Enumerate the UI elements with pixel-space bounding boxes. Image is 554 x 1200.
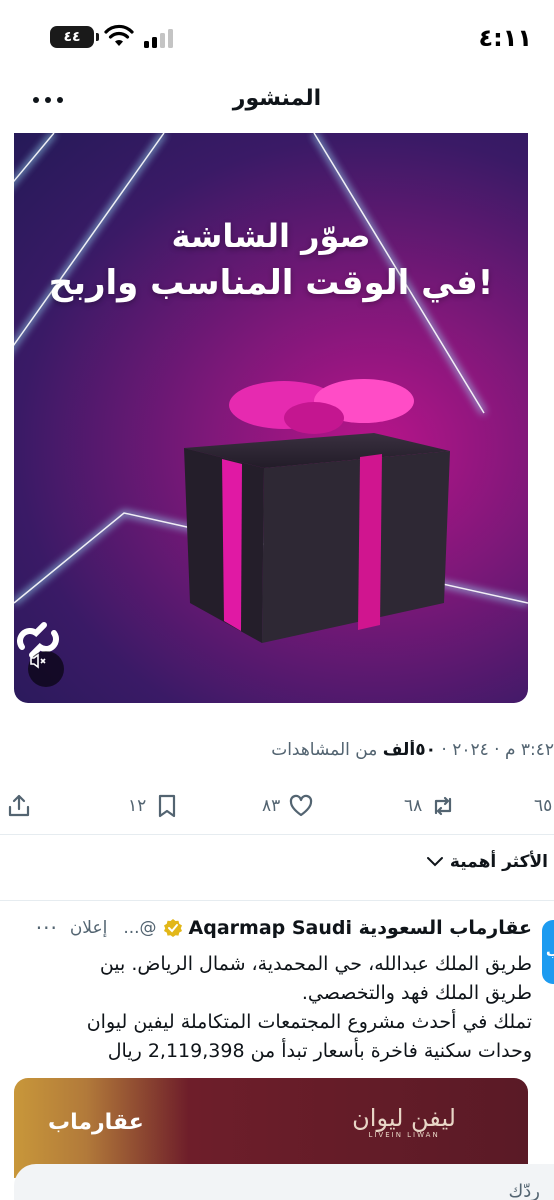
divider xyxy=(0,834,554,835)
ad-label: إعلان xyxy=(69,918,108,938)
sort-label: الأكثر أهمية xyxy=(449,852,548,872)
reply-text-line: طريق الملك عبدالله، حي المحمدية، شمال ال… xyxy=(99,953,532,975)
ad-image[interactable]: عقارماب ليفن ليوان LIVEIN LIWAN xyxy=(14,1078,528,1178)
reply-button[interactable]: ٦٥ xyxy=(534,786,554,826)
reply-text-line: طريق الملك فهد والتخصصي. xyxy=(301,982,532,1004)
retweet-icon xyxy=(435,796,452,816)
action-bar: ١٢ ٨٣ ٦٨ ٦٥ xyxy=(0,786,554,826)
battery-level: ٤٤ xyxy=(63,29,81,45)
media-headline-line1: صوّر الشاشة xyxy=(171,217,371,255)
retweet-count: ٦٨ xyxy=(404,796,423,816)
bookmark-button[interactable]: ١٢ xyxy=(128,786,180,826)
ad-brand-logo: عقارماب xyxy=(48,1110,144,1135)
post-media[interactable]: صوّر الشاشة في الوقت المناسب واربح! xyxy=(14,133,528,703)
status-bar: ٤٤ ٤:١١ xyxy=(0,0,554,72)
header: المنشور xyxy=(0,72,554,132)
more-options-icon[interactable]: ··· xyxy=(36,916,58,940)
divider xyxy=(0,900,554,901)
avatar-letter: ب xyxy=(546,944,554,960)
views-count[interactable]: ٥٠ألف xyxy=(383,740,436,760)
reply-text-line: تملك في أحدث مشروع المجتمعات المتكاملة ل… xyxy=(86,1011,532,1033)
reply-header: عقارماب السعودية Aqarmap Saudi @... إعلا… xyxy=(12,916,532,940)
like-count: ٨٣ xyxy=(262,796,281,816)
views-label: من المشاهدات xyxy=(271,740,378,760)
project-logo-ar: ليفن ليوان xyxy=(352,1104,456,1132)
status-time: ٤:١١ xyxy=(478,24,532,52)
media-headline-line2: في الوقت المناسب واربح! xyxy=(48,263,494,303)
share-button[interactable] xyxy=(6,786,32,826)
retweet-button[interactable]: ٦٨ xyxy=(404,786,456,826)
author-name[interactable]: عقارماب السعودية Aqarmap Saudi xyxy=(189,917,532,939)
battery-icon: ٤٤ xyxy=(50,26,99,48)
speaker-muted-icon xyxy=(30,653,46,669)
reply-input[interactable] xyxy=(240,1176,540,1200)
sort-selector[interactable]: الأكثر أهمية xyxy=(426,852,548,872)
cellular-signal-icon xyxy=(144,29,173,48)
share-icon xyxy=(8,794,30,817)
mute-button[interactable] xyxy=(28,651,64,687)
avatar[interactable]: ب xyxy=(542,920,554,984)
verified-badge-icon xyxy=(163,919,182,937)
reply-text-line: وحدات سكنية فاخرة بأسعار تبدأ من 2,119,3… xyxy=(107,1040,532,1062)
reply-text: طريق الملك عبدالله، حي المحمدية، شمال ال… xyxy=(12,950,532,1066)
post-meta: ٣:٤٢ م · ٢٠٢٤ · ٥٠ألف من المشاهدات xyxy=(271,740,554,760)
page-title: المنشور xyxy=(232,86,322,111)
like-button[interactable]: ٨٣ xyxy=(262,786,314,826)
heart-icon xyxy=(290,794,313,817)
chevron-down-icon xyxy=(426,857,443,867)
wifi-icon xyxy=(104,24,134,46)
post-timestamp: ٣:٤٢ م · ٢٠٢٤ xyxy=(452,740,554,760)
reply-count: ٦٥ xyxy=(534,796,553,816)
project-logo: ليفن ليوان LIVEIN LIWAN xyxy=(352,1106,456,1140)
reply-composer[interactable] xyxy=(14,1164,554,1200)
bookmark-count: ١٢ xyxy=(128,796,147,816)
author-handle: @... xyxy=(123,918,157,938)
bookmark-icon xyxy=(159,794,176,818)
